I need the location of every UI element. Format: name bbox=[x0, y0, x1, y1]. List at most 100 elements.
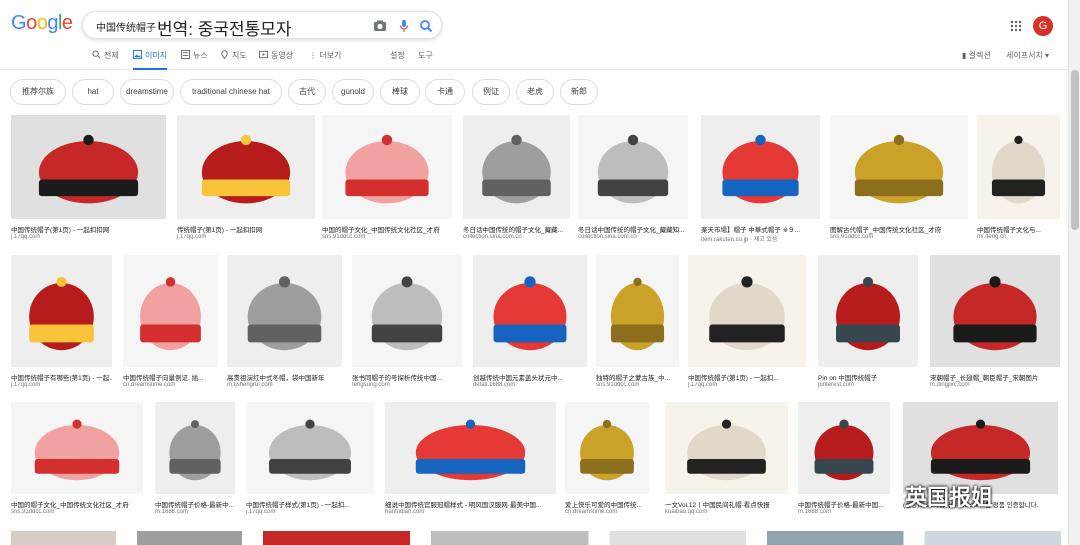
search-box[interactable]: 中国传统帽子 번역: 중국전통모자 bbox=[82, 11, 442, 39]
result-caption[interactable]: 中国传统帽子向量例证. 插... bbox=[123, 372, 218, 382]
result-thumbnail[interactable] bbox=[155, 402, 235, 494]
image-result[interactable]: 独特的帽子之蒙古族_中... sns.91ddcc.com bbox=[596, 255, 679, 393]
result-caption[interactable]: 中国的帽子文化_中国传统文化社区_才府 bbox=[11, 499, 143, 509]
chip-8[interactable]: 例证 bbox=[472, 79, 510, 105]
image-result[interactable]: 中国传统帽子有哪些(第1页) - 一起... j.17qq.com bbox=[11, 255, 112, 393]
result-caption[interactable]: 冬日话中国传统的帽子文化_藏藏... bbox=[463, 224, 570, 234]
image-result[interactable]: 中国传统帽子(第1页) - 一起扣... j.17qq.com bbox=[688, 255, 806, 393]
result-thumbnail[interactable] bbox=[227, 255, 342, 367]
result-thumbnail[interactable] bbox=[798, 402, 890, 494]
result-thumbnail[interactable] bbox=[830, 115, 968, 219]
result-caption[interactable]: 独特的帽子之蒙古族_中... bbox=[596, 372, 679, 382]
result-thumbnail[interactable] bbox=[123, 255, 218, 367]
result-caption[interactable]: 中国传统帽子(第1页) - 一起扣扣网 bbox=[11, 224, 166, 234]
image-result[interactable]: 细说中国传统官服冠帽样式 - 明风国汉服网·最美中国... hanfudian.c… bbox=[385, 402, 556, 520]
result-caption[interactable]: 中国传统帽子价格-最新中... bbox=[155, 499, 235, 509]
chip-6[interactable]: 棒球 bbox=[380, 79, 420, 105]
image-result[interactable]: 传统帽子(第1页) - 一起扣扣网 j.17qq.com bbox=[177, 115, 315, 245]
result-thumbnail[interactable] bbox=[463, 115, 570, 219]
result-thumbnail[interactable] bbox=[665, 402, 788, 494]
result-caption[interactable]: 冬日话中国传统的帽子文化_藏藏知... bbox=[578, 224, 688, 234]
mic-icon[interactable] bbox=[396, 18, 412, 34]
image-result[interactable]: 中国的帽子文化_中国传统文化社区_才府 sns.91ddcc.com bbox=[322, 115, 452, 245]
avatar[interactable]: G bbox=[1033, 16, 1053, 36]
apps-grid-icon[interactable] bbox=[1010, 20, 1022, 32]
camera-icon[interactable] bbox=[372, 18, 388, 34]
tab-news[interactable]: 뉴스 bbox=[181, 50, 208, 70]
image-result[interactable]: 冬日话中国传统的帽子文化_藏藏... collection.sina.com.cn bbox=[463, 115, 570, 245]
chip-7[interactable]: 卡通 bbox=[425, 79, 465, 105]
image-result[interactable]: 宋朝帽子_长翅帽_朝臣帽子_宋朝图片 m.dingjixc.com bbox=[930, 255, 1060, 393]
result-thumbnail[interactable] bbox=[177, 115, 315, 219]
image-result[interactable]: Pin on 中国传统帽子 pinterest.com bbox=[818, 255, 918, 393]
result-caption[interactable]: Pin on 中国传统帽子 bbox=[818, 372, 918, 382]
scrollbar[interactable] bbox=[1068, 0, 1080, 545]
image-result[interactable]: 楽天市場】帽子 中華式帽子 ※９... item.rakuten.co.jp · … bbox=[701, 115, 820, 245]
result-thumbnail[interactable] bbox=[930, 255, 1060, 367]
chip-3[interactable]: traditional chinese hat bbox=[180, 79, 282, 105]
settings-link[interactable]: 설정 bbox=[390, 50, 405, 61]
image-result[interactable]: 爱上快乐可爱的中国传统... cn.dreamstime.com bbox=[565, 402, 649, 520]
image-result[interactable]: 中国传统帽子文化与... mr.ifeng.cn bbox=[977, 115, 1060, 245]
image-result[interactable]: 中国传统帽子样式(第1页) - 一起扣... j.17qq.com bbox=[246, 402, 374, 520]
result-thumbnail[interactable] bbox=[246, 402, 374, 494]
result-thumbnail[interactable] bbox=[701, 115, 820, 219]
image-result[interactable]: 中国的帽子文化_中国传统文化社区_才府 sns.91ddcc.com bbox=[11, 402, 143, 520]
chip-2[interactable]: dreamstime bbox=[120, 79, 174, 105]
search-icon[interactable] bbox=[418, 18, 434, 34]
result-caption[interactable]: 高贵祖演红中式冬帽，袋中国新年 bbox=[227, 372, 342, 382]
result-caption[interactable]: 一文Vol.12丨中国民间礼帽-看点快报 bbox=[665, 499, 788, 509]
result-caption[interactable]: 传统帽子(第1页) - 一起扣扣网 bbox=[177, 224, 315, 234]
image-result[interactable]: 冬日话中国传统的帽子文化_藏藏知... collection.sina.com.c… bbox=[578, 115, 688, 245]
result-caption[interactable]: 中国传统帽子有哪些(第1页) - 一起... bbox=[11, 372, 112, 382]
result-caption[interactable]: 细说中国传统官服冠帽样式 - 明风国汉服网·最美中国... bbox=[385, 499, 556, 509]
result-thumbnail[interactable] bbox=[473, 255, 587, 367]
result-thumbnail[interactable] bbox=[688, 255, 806, 367]
result-thumbnail[interactable] bbox=[385, 402, 556, 494]
image-result[interactable]: 一文Vol.12丨中国民间礼帽-看点快报 kuaibao.qq.com bbox=[665, 402, 788, 520]
result-caption[interactable]: 中国传统帽子样式(第1页) - 一起扣... bbox=[246, 499, 374, 509]
result-thumbnail[interactable] bbox=[352, 255, 462, 367]
result-caption[interactable]: 创越传统中国元素盖头状元中... bbox=[473, 372, 587, 382]
result-caption[interactable]: 宋朝帽子_长翅帽_朝臣帽子_宋朝图片 bbox=[930, 372, 1060, 382]
image-result[interactable]: 中国传统帽子向量例证. 插... cn.dreamstime.com bbox=[123, 255, 218, 393]
chip-10[interactable]: 新郎 bbox=[560, 79, 598, 105]
tab-images[interactable]: 이미지 bbox=[133, 50, 168, 70]
image-result[interactable]: 张书同帽子的号探析传统中国... fengsung.com bbox=[352, 255, 462, 393]
image-result[interactable]: 中国传统帽子价格-最新中国... m.1688.com bbox=[798, 402, 890, 520]
image-result[interactable]: 创越传统中国元素盖头状元中... detail.1688.com bbox=[473, 255, 587, 393]
chip-1[interactable]: hat bbox=[72, 79, 114, 105]
chip-4[interactable]: 古代 bbox=[288, 79, 326, 105]
result-thumbnail[interactable] bbox=[11, 255, 112, 367]
tab-all[interactable]: 전체 bbox=[92, 50, 119, 70]
tab-videos[interactable]: 동영상 bbox=[259, 50, 293, 70]
result-caption[interactable]: 中国传统帽子价格-最新中国... bbox=[798, 499, 890, 509]
image-result[interactable]: 中国传统帽子(第1页) - 一起扣扣网 j.17qq.com bbox=[11, 115, 166, 245]
chip-0[interactable]: 推荐尔族 bbox=[10, 79, 66, 105]
tab-more[interactable]: ⋮ 더보기 bbox=[309, 50, 341, 70]
result-thumbnail[interactable] bbox=[977, 115, 1060, 219]
result-caption[interactable]: 楽天市場】帽子 中華式帽子 ※９... bbox=[701, 224, 820, 234]
image-result[interactable]: 高贵祖演红中式冬帽，袋中国新年 m.tjshengrui.com bbox=[227, 255, 342, 393]
result-caption[interactable]: 爱上快乐可爱的中国传统... bbox=[565, 499, 649, 509]
result-thumbnail[interactable] bbox=[565, 402, 649, 494]
scrollbar-thumb[interactable] bbox=[1071, 70, 1079, 230]
result-thumbnail[interactable] bbox=[11, 402, 143, 494]
collections-link[interactable]: ▮ 컬렉션 bbox=[962, 50, 991, 61]
image-result[interactable]: 中国传统帽子价格-最新中... m.1688.com bbox=[155, 402, 235, 520]
result-thumbnail[interactable] bbox=[596, 255, 679, 367]
result-thumbnail[interactable] bbox=[578, 115, 688, 219]
result-caption[interactable]: 中国传统帽子(第1页) - 一起扣... bbox=[688, 372, 806, 382]
google-logo[interactable]: Google bbox=[11, 12, 73, 35]
result-caption[interactable]: 中国传统帽子文化与... bbox=[977, 224, 1060, 234]
result-thumbnail[interactable] bbox=[11, 115, 166, 219]
result-caption[interactable]: 中国的帽子文化_中国传统文化社区_才府 bbox=[322, 224, 452, 234]
tab-maps[interactable]: 지도 bbox=[220, 50, 247, 70]
safesearch-toggle[interactable]: 세이프서치 ▾ bbox=[1006, 50, 1049, 61]
result-caption[interactable]: 张书同帽子的号探析传统中国... bbox=[352, 372, 462, 382]
result-thumbnail[interactable] bbox=[818, 255, 918, 367]
chip-5[interactable]: gunold bbox=[332, 79, 374, 105]
result-caption[interactable]: 图解古代帽子_中国传统文化社区_才府 bbox=[830, 224, 968, 234]
chip-9[interactable]: 老虎 bbox=[516, 79, 554, 105]
tools-link[interactable]: 도구 bbox=[418, 50, 433, 61]
